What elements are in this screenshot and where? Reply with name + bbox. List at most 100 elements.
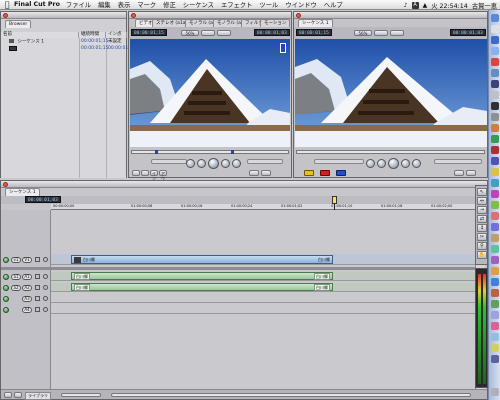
roll-edit-tool-icon[interactable]: ⇄ xyxy=(477,215,487,223)
viewer-titlebar[interactable] xyxy=(129,12,291,19)
finder-dock-icon[interactable] xyxy=(491,14,499,22)
trash-dock-icon[interactable] xyxy=(491,388,499,396)
track-audible-toggle[interactable] xyxy=(3,274,9,280)
input-method-icon[interactable]: A xyxy=(411,1,419,9)
viewer-prev-edit-button[interactable] xyxy=(186,159,195,168)
apple-menu-icon[interactable]:  xyxy=(0,0,14,10)
source-track-pill[interactable]: a2 xyxy=(11,285,21,291)
auto-select-icon[interactable] xyxy=(43,307,48,312)
viewer-next-edit-button[interactable] xyxy=(232,159,241,168)
canvas-play-button[interactable] xyxy=(388,158,399,169)
track-label-pill[interactable]: A3 xyxy=(22,296,32,302)
bottom-label[interactable]: ライブラリ xyxy=(25,392,51,400)
app-dock-icon[interactable] xyxy=(491,157,499,165)
menu-file[interactable]: ファイル xyxy=(66,0,91,9)
app-dock-icon[interactable] xyxy=(491,201,499,209)
browser-titlebar[interactable] xyxy=(1,12,126,19)
menu-user[interactable]: 古賀一恵 xyxy=(472,1,497,10)
iphoto-dock-icon[interactable] xyxy=(491,69,499,77)
tab-browser[interactable]: Browser xyxy=(5,20,32,28)
audio-clip-a1[interactable]: 白川郷 白川郷 xyxy=(71,272,333,280)
selection-tool-icon[interactable]: ↖ xyxy=(477,188,487,196)
tab-timeline-sequence[interactable]: シーケンス 1 xyxy=(5,188,40,196)
ical-dock-icon[interactable] xyxy=(491,58,499,66)
imovie-dock-icon[interactable] xyxy=(491,80,499,88)
canvas-playhead-popup[interactable] xyxy=(390,30,404,36)
replace-edit-button[interactable] xyxy=(336,170,346,176)
hand-tool-icon[interactable]: ✋ xyxy=(477,251,487,259)
menu-mark[interactable]: マーク xyxy=(137,0,156,9)
track-audible-toggle[interactable] xyxy=(3,285,9,291)
app-dock-icon[interactable] xyxy=(491,212,499,220)
dest-track-pill[interactable]: A1 xyxy=(22,274,32,280)
overwrite-edit-button[interactable] xyxy=(320,170,330,176)
razor-tool-icon[interactable]: ✂ xyxy=(477,233,487,241)
viewer-in-button[interactable]: イン xyxy=(150,170,158,181)
viewer-play-in-out-button[interactable] xyxy=(197,159,206,168)
tab-canvas-sequence[interactable]: シーケンス 1 xyxy=(298,19,333,27)
viewer-shuttle[interactable] xyxy=(151,159,187,164)
mail-dock-icon[interactable] xyxy=(491,25,499,33)
menu-help[interactable]: ヘルプ xyxy=(324,0,343,9)
dest-track-pill[interactable]: A2 xyxy=(22,285,32,291)
viewer-zoom-popup[interactable]: 56% xyxy=(181,30,199,36)
auto-select-icon[interactable] xyxy=(43,274,48,279)
canvas-duration-timecode[interactable]: 00:00:01;15 xyxy=(296,29,332,36)
close-icon[interactable] xyxy=(3,13,8,18)
zoom-slider[interactable] xyxy=(61,393,101,397)
viewer-overwrite-button[interactable] xyxy=(141,170,149,176)
viewer-video-frame[interactable] xyxy=(130,39,290,147)
timeline-timecode[interactable]: 00:00:01;03 xyxy=(25,196,61,203)
app-dock-icon[interactable] xyxy=(491,223,499,231)
volume-icon[interactable]: ♪ xyxy=(404,2,408,9)
track-height-button[interactable] xyxy=(4,392,12,398)
app-dock-icon[interactable] xyxy=(491,256,499,264)
track-selection-tool-icon[interactable]: → xyxy=(477,206,487,214)
zoom-tool-icon[interactable]: ⚲ xyxy=(477,242,487,250)
app-dock-icon[interactable] xyxy=(491,245,499,253)
viewer-insert-button[interactable] xyxy=(132,170,140,176)
tab-motion[interactable]: モーション xyxy=(260,19,291,27)
canvas-titlebar[interactable] xyxy=(294,12,487,19)
canvas-prev-edit-button[interactable] xyxy=(366,159,375,168)
app-dock-icon[interactable] xyxy=(491,168,499,176)
close-icon[interactable] xyxy=(3,182,8,187)
app-dock-icon[interactable] xyxy=(491,311,499,319)
canvas-play-around-button[interactable] xyxy=(401,159,410,168)
viewer-marker-button[interactable] xyxy=(249,170,259,176)
app-dock-icon[interactable] xyxy=(491,146,499,154)
track-visibility-toggle[interactable] xyxy=(3,257,9,263)
lock-icon[interactable] xyxy=(35,307,40,312)
viewer-in-marker[interactable] xyxy=(155,150,158,154)
viewer-view-popup[interactable] xyxy=(201,30,215,36)
video-audio-divider[interactable] xyxy=(1,267,475,270)
canvas-marker-button[interactable] xyxy=(454,170,464,176)
wifi-icon[interactable]: ▲ xyxy=(423,2,428,9)
itunes-dock-icon[interactable] xyxy=(491,47,499,55)
auto-select-icon[interactable] xyxy=(43,285,48,290)
slip-tool-icon[interactable]: ↕ xyxy=(477,224,487,232)
viewer-play-button[interactable] xyxy=(208,158,219,169)
canvas-video-frame[interactable] xyxy=(295,39,487,147)
menu-view[interactable]: 表示 xyxy=(118,0,131,9)
app-dock-icon[interactable] xyxy=(491,322,499,330)
horizontal-scrollbar[interactable] xyxy=(111,393,471,397)
menu-edit[interactable]: 編集 xyxy=(98,0,111,9)
canvas-jog[interactable] xyxy=(434,159,482,164)
insert-edit-button[interactable] xyxy=(304,170,314,176)
canvas-next-edit-button[interactable] xyxy=(412,159,421,168)
app-dock-icon[interactable] xyxy=(491,289,499,297)
app-dock-icon[interactable] xyxy=(491,179,499,187)
timeline-titlebar[interactable] xyxy=(1,181,487,188)
auto-select-icon[interactable] xyxy=(43,257,48,262)
canvas-play-in-out-button[interactable] xyxy=(377,159,386,168)
menu-app-name[interactable]: Final Cut Pro xyxy=(14,1,60,8)
close-icon[interactable] xyxy=(131,13,136,18)
canvas-zoom-popup[interactable]: 56% xyxy=(354,30,372,36)
lock-icon[interactable] xyxy=(35,257,40,262)
app-dock-icon[interactable] xyxy=(491,333,499,341)
auto-select-icon[interactable] xyxy=(43,296,48,301)
canvas-shuttle[interactable] xyxy=(314,159,364,164)
viewer-jog[interactable] xyxy=(247,159,283,164)
menu-modify[interactable]: 修正 xyxy=(163,0,176,9)
